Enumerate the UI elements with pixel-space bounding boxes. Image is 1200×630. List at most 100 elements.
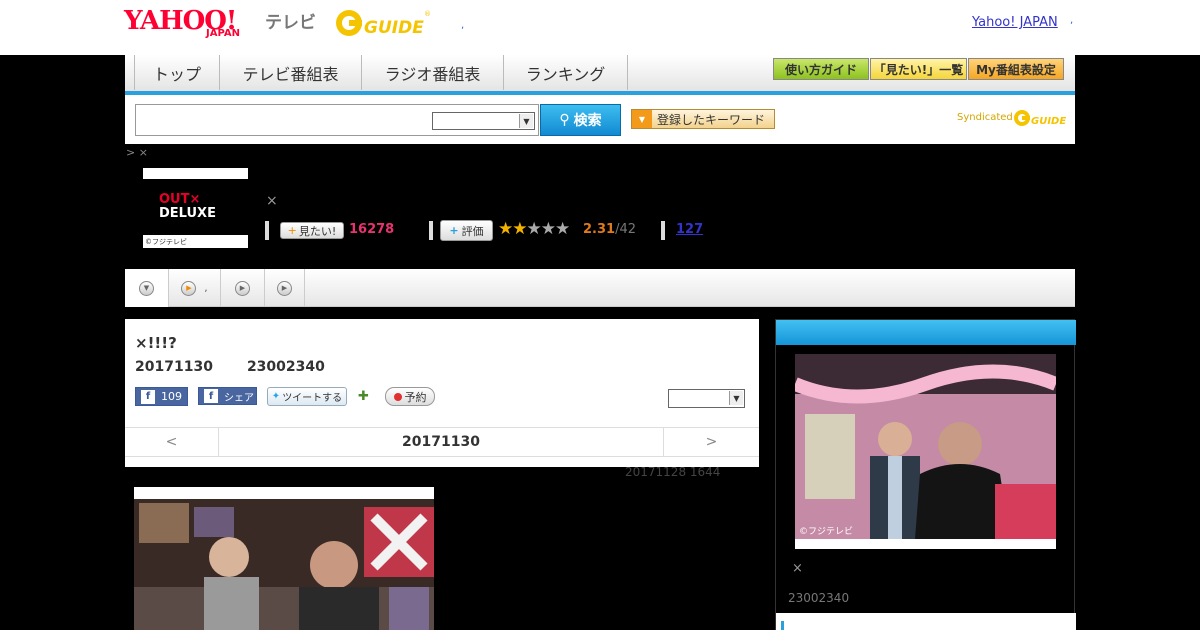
program-thumbnail[interactable]: OUT× DELUXE ©フジテレビ xyxy=(143,168,248,248)
breadcrumb: > × xyxy=(126,146,148,159)
tab-play-3[interactable]: ▶ xyxy=(265,269,305,307)
program-time: 23002340 xyxy=(246,359,325,375)
plus-icon: + xyxy=(449,224,459,237)
play-icon: ▶ xyxy=(235,280,250,296)
tab-overview[interactable]: ▼ xyxy=(125,269,169,307)
my-schedule-button[interactable]: My番組表設定 xyxy=(968,58,1064,80)
play-icon: ▶ xyxy=(277,280,292,296)
registered-keywords-label: 登録したキーワード xyxy=(657,112,766,127)
nav-tab-tv-schedule[interactable]: テレビ番組表 xyxy=(220,55,362,90)
star-empty-icon: ★ xyxy=(540,219,556,239)
pager-next-button[interactable]: > xyxy=(663,428,759,456)
program-logo-line2: DELUXE xyxy=(159,206,216,221)
pager-prev-button[interactable]: < xyxy=(125,428,219,456)
reserve-button-label: 予約 xyxy=(404,390,427,404)
star-filled-icon: ★ xyxy=(512,219,527,239)
program-photo xyxy=(134,487,434,630)
program-tabs: ▼ ▶ , ▶ ▶ xyxy=(125,269,1075,307)
sidebar-cross: × xyxy=(792,561,803,576)
twitter-bird-icon: ✦ xyxy=(271,391,281,402)
search-button-label: 検索 xyxy=(573,113,602,129)
record-dot-icon xyxy=(393,392,402,401)
tab-video-label: , xyxy=(204,282,208,294)
rating-number: 2.31 xyxy=(583,222,616,237)
search-icon: ⚲ xyxy=(559,112,570,128)
program-action-select[interactable]: ▼ xyxy=(668,389,745,408)
tab-video[interactable]: ▶ , xyxy=(169,269,221,307)
nav-tab-top[interactable]: トップ xyxy=(135,55,220,90)
program-detail-panel: ×!!!? 20171130 23002340 f 109 f シェア ✦ ツイー… xyxy=(125,319,759,467)
guide-button[interactable]: 使い方ガイド xyxy=(773,58,869,80)
date-pager: < 20171130 > xyxy=(125,427,759,457)
header-trailing-dot: , xyxy=(1070,15,1074,26)
page: YAHOO! JAPAN テレビ GUIDE ® , Yahoo! JAPAN … xyxy=(0,0,1200,630)
program-title-cross: × xyxy=(266,193,278,209)
plus-icon: + xyxy=(287,224,297,237)
sidebar-footer xyxy=(776,613,1076,630)
nav-edge xyxy=(125,55,135,90)
sidebar-footer-bar xyxy=(781,621,784,630)
star-empty-icon: ★ xyxy=(526,219,542,239)
chevron-down-icon: ▼ xyxy=(729,391,743,405)
site-header: YAHOO! JAPAN テレビ GUIDE ® , Yahoo! JAPAN … xyxy=(0,0,1200,55)
search-button[interactable]: ⚲ 検索 xyxy=(540,104,621,136)
tv-label: テレビ xyxy=(265,13,316,33)
mitai-count: 16278 xyxy=(349,222,395,237)
pager-current-date: 20171130 xyxy=(402,434,480,450)
facebook-share-label: シェア xyxy=(224,392,254,404)
syndicated-label: Syndicated xyxy=(957,112,1013,123)
facebook-like-button[interactable]: f 109 xyxy=(135,387,188,406)
main-nav: トップ テレビ番組表 ラジオ番組表 ランキング 使い方ガイド 「見たい!」一覧 … xyxy=(125,55,1075,95)
sidebar-panel: ©フジテレビ × 23002340 xyxy=(775,319,1076,630)
gguide-logo[interactable]: GUIDE ® xyxy=(334,6,432,40)
sidebar-header xyxy=(776,320,1076,345)
comment-count-link[interactable]: 127 xyxy=(676,222,703,237)
star-filled-icon: ★ xyxy=(498,219,513,239)
program-logo-line1: OUT× xyxy=(159,192,201,207)
add-calendar-icon[interactable]: ✚ xyxy=(358,389,369,404)
tweet-button-label: ツイートする xyxy=(282,393,343,404)
program-title: ×!!!? xyxy=(135,334,177,352)
stat-separator xyxy=(661,221,665,240)
registered-keywords-button[interactable]: ▼ 登録したキーワード xyxy=(631,109,775,129)
nav-tab-ranking[interactable]: ランキング xyxy=(504,55,628,90)
facebook-icon: f xyxy=(141,389,155,404)
yahoo-japan-link[interactable]: Yahoo! JAPAN xyxy=(972,15,1058,30)
rate-button-label: 評価 xyxy=(461,224,484,238)
rating-value: 2.31/42 xyxy=(583,222,636,237)
header-dot: , xyxy=(461,20,465,31)
chevron-down-icon: ▼ xyxy=(139,280,154,296)
update-timestamp: 20171128 1644 xyxy=(625,465,721,479)
program-thumbnail-credit: ©フジテレビ xyxy=(145,238,187,246)
rating-stars: ★★★★★ xyxy=(498,219,570,239)
search-category-select[interactable]: ▼ xyxy=(432,112,535,130)
sidebar-photo-credit: ©フジテレビ xyxy=(799,526,853,537)
mitai-button-label: 見たい! xyxy=(298,224,337,238)
facebook-icon: f xyxy=(204,389,218,403)
program-date: 20171130 xyxy=(135,359,213,375)
facebook-like-count: 109 xyxy=(161,390,182,403)
facebook-share-button[interactable]: f シェア xyxy=(198,387,257,405)
syndicated-gguide-logo: Syndicated GUIDE xyxy=(957,107,1069,129)
sidebar-photo[interactable]: ©フジテレビ xyxy=(795,354,1056,549)
tweet-button[interactable]: ✦ ツイートする xyxy=(267,387,347,406)
chevron-down-icon: ▼ xyxy=(519,114,533,128)
rate-button[interactable]: + 評価 xyxy=(440,220,493,241)
yahoo-japan-sublogo: JAPAN xyxy=(206,28,240,39)
search-bar: ▼ ⚲ 検索 ▼ 登録したキーワード Syndicated GUIDE xyxy=(125,95,1075,144)
play-icon: ▶ xyxy=(181,280,197,296)
reserve-button[interactable]: 予約 xyxy=(385,387,435,406)
svg-text:GUIDE: GUIDE xyxy=(364,18,424,38)
mitai-list-button[interactable]: 「見たい!」一覧 xyxy=(870,58,967,80)
stat-separator xyxy=(265,221,269,240)
tab-play-2[interactable]: ▶ xyxy=(221,269,265,307)
rating-count: /42 xyxy=(615,222,636,237)
dropdown-arrow-icon: ▼ xyxy=(632,110,652,128)
mitai-button[interactable]: + 見たい! xyxy=(280,222,344,239)
stat-separator xyxy=(429,221,433,240)
star-empty-icon: ★ xyxy=(555,219,570,239)
program-thumbnail-image: OUT× DELUXE xyxy=(143,179,248,235)
program-datetime: 20171130 23002340 xyxy=(135,359,325,375)
svg-text:GUIDE: GUIDE xyxy=(1031,116,1066,127)
nav-tab-radio-schedule[interactable]: ラジオ番組表 xyxy=(362,55,504,90)
